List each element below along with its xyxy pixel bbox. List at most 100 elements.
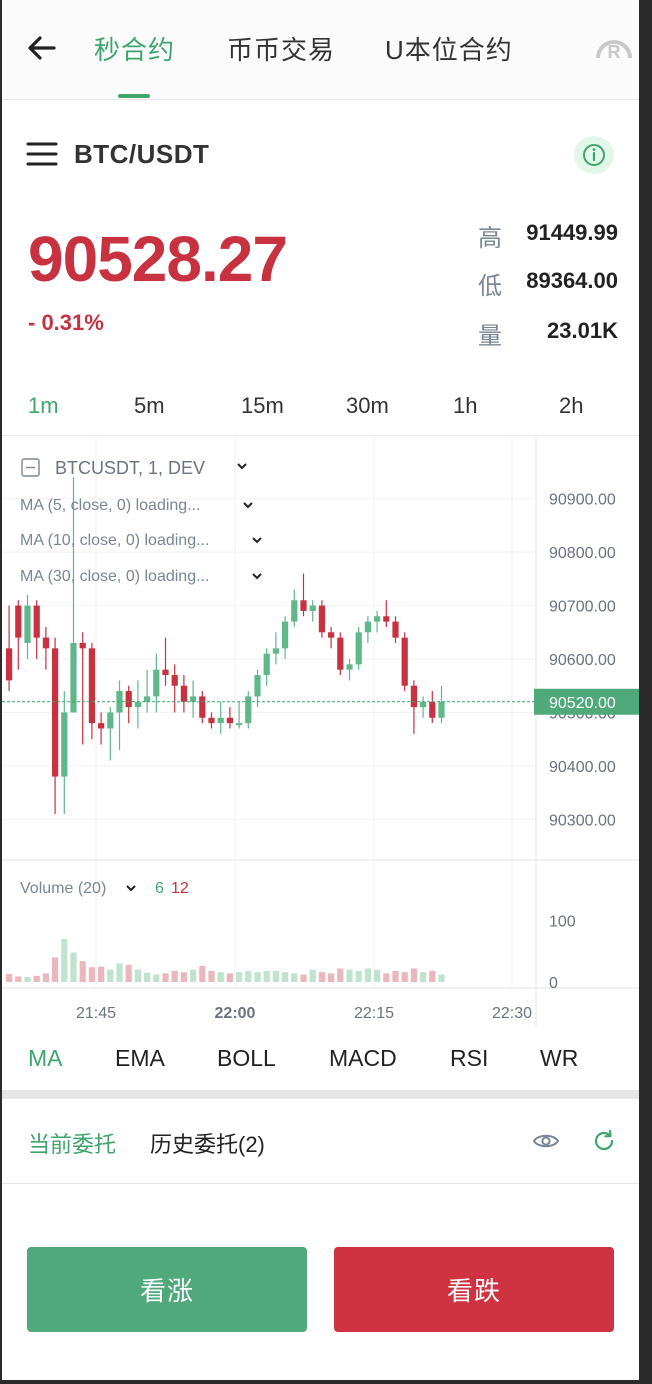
high-label: 高 [478, 225, 502, 252]
volume-value: 23.01K [547, 318, 618, 343]
candle-body [134, 701, 141, 708]
info-icon[interactable] [574, 136, 614, 174]
svg-text:R: R [608, 42, 621, 60]
high-stat: 高 91449.99 [478, 218, 618, 252]
indicator-ma[interactable]: MA [28, 1045, 63, 1072]
candle-body [217, 717, 224, 724]
buy-down-button[interactable]: 看跌 [334, 1247, 614, 1332]
candle-body [401, 637, 408, 686]
volume-bar [226, 973, 233, 982]
volume-bar [401, 972, 408, 982]
candle-body [61, 712, 68, 777]
tab-second-contract[interactable]: 秒合约 [94, 30, 175, 67]
price-tick-label: 90800.00 [549, 545, 616, 562]
volume-bar [88, 967, 95, 982]
candle-body [355, 632, 362, 665]
volume-bar [245, 970, 252, 982]
interval-1m[interactable]: 1m [28, 393, 59, 419]
volume-bar [134, 969, 141, 982]
indicator-rsi[interactable]: RSI [450, 1045, 488, 1072]
candle-body [392, 621, 399, 638]
volume-bar [328, 973, 335, 982]
refresh-icon[interactable] [591, 1128, 617, 1154]
chevron-down-icon [243, 502, 253, 509]
volume-tick-label: 0 [549, 975, 558, 992]
section-divider [2, 1090, 639, 1099]
candle-body [125, 691, 132, 708]
volume-bar [98, 966, 105, 982]
current-price-marker: 90520.00 [534, 688, 639, 715]
candle-body [42, 637, 49, 649]
volume-bar [15, 976, 22, 982]
legend-ma5[interactable]: MA (5, close, 0) loading... [20, 497, 201, 514]
volume-bar [199, 966, 206, 982]
volume-bar [300, 974, 307, 982]
legend-ma10[interactable]: MA (10, close, 0) loading... [20, 532, 209, 549]
kline-chart-svg[interactable]: 90900.0090800.0090700.0090600.0090500.00… [2, 436, 639, 1026]
volume-bar [208, 970, 215, 982]
tab-current-orders[interactable]: 当前委托 [28, 1127, 116, 1159]
legend-ma30[interactable]: MA (30, close, 0) loading... [20, 568, 209, 585]
interval-15m[interactable]: 15m [241, 393, 284, 419]
volume-bar [171, 970, 178, 982]
volume-bar [180, 972, 187, 982]
candle-body [52, 648, 59, 777]
volume-axis-ticks: 100 0 [549, 913, 576, 992]
candle-body [144, 696, 151, 702]
candle-body [171, 675, 178, 686]
last-price: 90528.27 [28, 223, 288, 295]
candle-body [79, 642, 86, 649]
legend-volume[interactable]: Volume (20) [20, 880, 106, 897]
indicator-wr[interactable]: WR [540, 1045, 578, 1072]
volume-bar [236, 972, 243, 982]
volume-bar [318, 972, 325, 982]
volume-bar [24, 977, 31, 982]
volume-bar [6, 974, 13, 982]
interval-5m[interactable]: 5m [134, 393, 165, 419]
buy-up-button[interactable]: 看涨 [27, 1247, 307, 1332]
tab-usdt-futures[interactable]: U本位合约 [385, 30, 513, 67]
candle-body [383, 616, 390, 622]
volume-bar [383, 973, 390, 982]
volume-bar [374, 969, 381, 982]
candle-body [208, 717, 215, 724]
volume-bar [125, 964, 132, 982]
time-tick-label: 22:30 [492, 1005, 532, 1022]
volume-bar [107, 969, 114, 982]
candle-body [318, 605, 325, 633]
app-screen: 秒合约 币币交易 U本位合约 R BTC/USDT 90528.27 - 0.3… [2, 0, 639, 1380]
indicator-ema[interactable]: EMA [115, 1045, 165, 1072]
interval-30m[interactable]: 30m [346, 393, 389, 419]
trading-pair[interactable]: BTC/USDT [74, 139, 209, 170]
price-tick-label: 90600.00 [549, 652, 616, 669]
indicator-boll[interactable]: BOLL [217, 1045, 276, 1072]
kline-chart[interactable]: 90900.0090800.0090700.0090600.0090500.00… [2, 435, 639, 1026]
volume-bar [291, 973, 298, 982]
tab-order-history[interactable]: 历史委托(2) [150, 1127, 265, 1159]
volume-bar [79, 961, 86, 982]
menu-icon[interactable] [26, 140, 58, 168]
back-arrow-icon[interactable] [24, 30, 60, 66]
tab-spot-trading[interactable]: 币币交易 [227, 30, 335, 67]
candle-body [190, 696, 197, 702]
candle-body [15, 605, 22, 638]
price-tick-label: 90900.00 [549, 492, 616, 509]
volume-bar [346, 969, 353, 982]
volume-bar [355, 970, 362, 982]
low-value: 89364.00 [526, 268, 618, 293]
volume-bar [438, 974, 445, 982]
indicator-macd[interactable]: MACD [329, 1045, 397, 1072]
candle-body [410, 685, 417, 708]
interval-2h[interactable]: 2h [559, 393, 583, 419]
legend-symbol[interactable]: BTCUSDT, 1, DEV [55, 458, 205, 478]
volume-bar [162, 973, 169, 982]
candle-body [420, 701, 427, 708]
candle-body [374, 616, 381, 622]
volume-bar [337, 968, 344, 982]
volume-bar [217, 972, 224, 982]
chevron-down-icon [252, 573, 262, 580]
volume-bars [6, 938, 445, 982]
volume-bar [61, 938, 68, 982]
eye-icon[interactable] [532, 1128, 560, 1154]
interval-1h[interactable]: 1h [453, 393, 477, 419]
